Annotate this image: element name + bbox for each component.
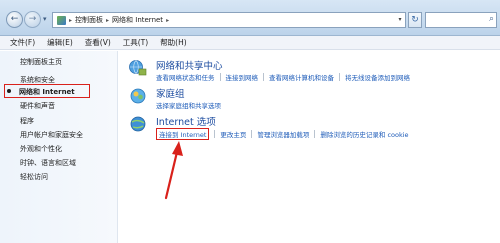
breadcrumb-chevron-icon[interactable]: ▸ [166, 17, 169, 24]
menu-edit[interactable]: 编辑(E) [41, 37, 79, 48]
current-item-bullet-icon [7, 89, 11, 93]
refresh-button[interactable]: ↻ [408, 12, 422, 28]
breadcrumb-chevron-icon[interactable]: ▸ [106, 17, 109, 24]
menu-bar: 文件(F) 编辑(E) 查看(V) 工具(T) 帮助(H) [0, 36, 500, 50]
breadcrumb-control-panel[interactable]: 控制面板 [75, 15, 103, 25]
menu-help[interactable]: 帮助(H) [154, 37, 193, 48]
breadcrumb-network-internet[interactable]: 网络和 Internet [112, 15, 163, 25]
sidebar-item-appearance[interactable]: 外观和个性化 [20, 144, 62, 154]
recent-pages-dropdown-icon[interactable]: ▾ [43, 15, 47, 23]
delete-browsing-history-link[interactable]: 删除浏览的历史记录和 cookie [320, 129, 408, 139]
menu-file[interactable]: 文件(F) [4, 37, 41, 48]
sidebar-item-label: 网络和 Internet [19, 88, 75, 96]
homegroup-title[interactable]: 家庭组 [156, 86, 185, 100]
link-separator [263, 73, 264, 81]
homegroup-sharing-options-link[interactable]: 选择家庭组和共享选项 [156, 100, 221, 110]
network-sharing-center-title[interactable]: 网络和共享中心 [156, 58, 223, 72]
back-button[interactable]: ← [6, 11, 23, 28]
sidebar-item-user-accounts[interactable]: 用户帐户和家庭安全 [20, 130, 83, 140]
address-bar-area: ← → ▾ ▸ 控制面板 ▸ 网络和 Internet ▸ ▾ ↻ ⌕ [0, 0, 500, 36]
connect-to-network-link[interactable]: 连接到网络 [226, 72, 259, 82]
search-icon[interactable]: ⌕ [489, 14, 494, 24]
link-separator [219, 73, 221, 81]
sidebar-item-clock-region[interactable]: 时钟、语言和区域 [20, 158, 76, 168]
address-dropdown-icon[interactable]: ▾ [395, 13, 405, 27]
link-separator [339, 73, 340, 81]
forward-button[interactable]: → [24, 11, 41, 28]
annotation-arrow-icon [164, 141, 183, 200]
internet-options-globe-icon [130, 116, 146, 132]
sidebar-item-network-internet[interactable]: 网络和 Internet [4, 84, 90, 98]
search-input[interactable]: ⌕ [425, 12, 497, 28]
view-network-status-link[interactable]: 查看网络状态和任务 [156, 72, 215, 82]
sidebar-item-programs[interactable]: 程序 [20, 116, 34, 126]
internet-options-title[interactable]: Internet 选项 [156, 114, 216, 128]
address-field[interactable]: ▸ 控制面板 ▸ 网络和 Internet ▸ ▾ [52, 12, 406, 28]
sidebar-item-ease-of-access[interactable]: 轻松访问 [20, 172, 48, 182]
link-separator [314, 130, 316, 138]
breadcrumb-chevron-icon[interactable]: ▸ [69, 17, 72, 24]
connect-to-internet-link[interactable]: 连接到 Internet [156, 128, 210, 140]
link-separator [214, 130, 216, 138]
manage-browser-addons-link[interactable]: 管理浏览器加载项 [257, 129, 309, 139]
left-navigation-pane: 控制面板主页 系统和安全 网络和 Internet 硬件和声音 程序 用户帐户和… [0, 51, 118, 243]
homegroup-icon [130, 88, 146, 104]
sidebar-item-control-panel-home[interactable]: 控制面板主页 [20, 57, 62, 67]
add-wireless-device-link[interactable]: 将无线设备添加到网络 [345, 72, 410, 82]
menu-view[interactable]: 查看(V) [79, 37, 117, 48]
control-panel-icon [57, 15, 66, 25]
menu-tools[interactable]: 工具(T) [117, 37, 154, 48]
network-globe-icon [129, 60, 147, 76]
sidebar-item-hardware-sound[interactable]: 硬件和声音 [20, 101, 55, 111]
change-homepage-link[interactable]: 更改主页 [220, 129, 246, 139]
link-separator [251, 130, 253, 138]
view-network-computers-link[interactable]: 查看网络计算机和设备 [269, 72, 334, 82]
